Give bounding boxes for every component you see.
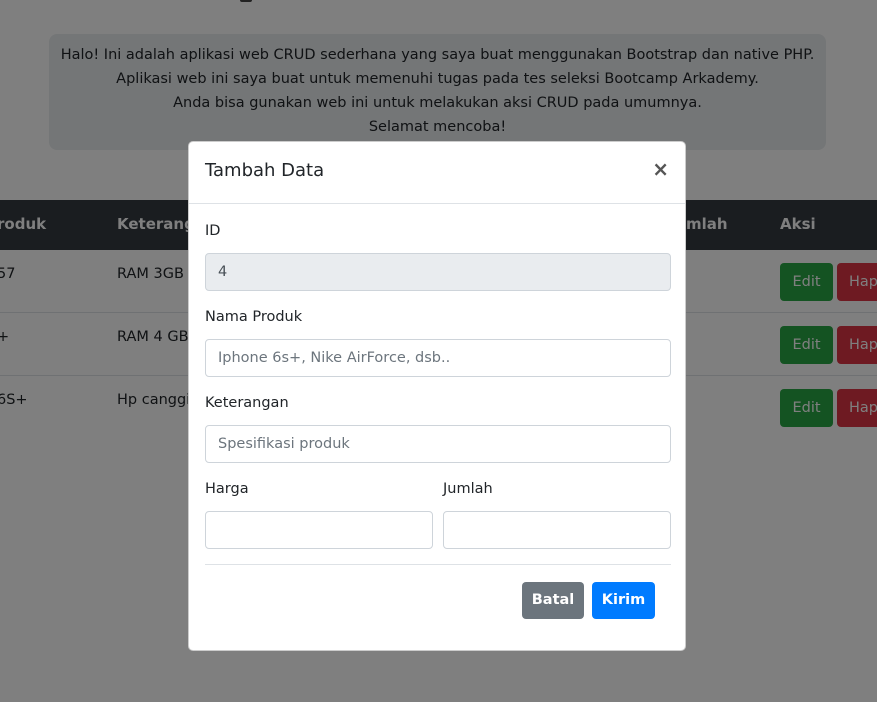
form-divider bbox=[205, 564, 671, 565]
nama-produk-label: Nama Produk bbox=[205, 309, 303, 325]
id-field: 4 bbox=[205, 253, 671, 291]
nama-produk-input[interactable] bbox=[205, 339, 671, 377]
submit-button[interactable]: Kirim bbox=[592, 582, 655, 619]
harga-label: Harga bbox=[205, 481, 249, 497]
keterangan-input[interactable] bbox=[205, 425, 671, 463]
harga-input[interactable] bbox=[205, 511, 433, 549]
modal-title: Tambah Data bbox=[205, 160, 325, 181]
close-icon[interactable]: × bbox=[652, 158, 669, 180]
cancel-button[interactable]: Batal bbox=[522, 582, 584, 619]
add-data-modal: Tambah Data × ID 4 Nama Produk Keteranga… bbox=[188, 141, 686, 651]
jumlah-label: Jumlah bbox=[443, 481, 493, 497]
modal-header: Tambah Data × bbox=[189, 142, 685, 204]
jumlah-input[interactable] bbox=[443, 511, 671, 549]
keterangan-label: Keterangan bbox=[205, 395, 289, 411]
id-label: ID bbox=[205, 223, 221, 239]
